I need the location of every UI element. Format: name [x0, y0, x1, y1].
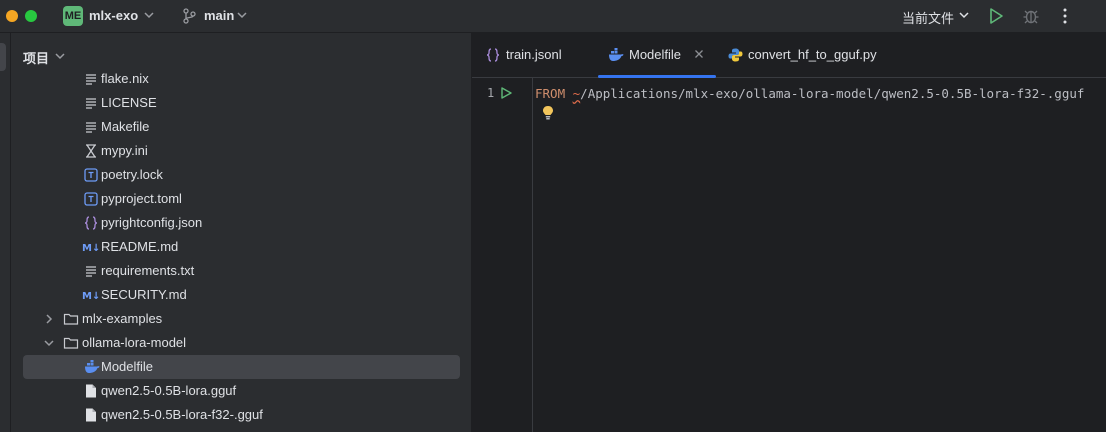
docker-icon [609, 48, 624, 61]
chevron-down-icon[interactable] [54, 49, 66, 63]
lightbulb-icon[interactable] [542, 105, 554, 121]
run-configuration-selector[interactable]: 当前文件 [902, 8, 954, 27]
project-tool-button[interactable] [0, 43, 6, 71]
branch-name[interactable]: main [204, 8, 234, 23]
chevron-down-icon[interactable] [236, 8, 248, 22]
svg-text:M↓: M↓ [82, 243, 100, 254]
editor-tabs: train.jsonl Modelfile convert_hf_to_gguf… [472, 33, 1106, 78]
toml-file-icon [84, 168, 98, 182]
git-branch-icon[interactable] [182, 8, 196, 24]
editor-gutter: 1 [472, 78, 533, 432]
active-tab-indicator [598, 75, 716, 78]
tree-item-mypy-ini[interactable]: mypy.ini [11, 139, 459, 163]
folder-icon [63, 313, 79, 325]
markdown-file-icon: M↓ [82, 243, 100, 254]
text-file-icon [86, 74, 96, 85]
window-control-zoom[interactable] [25, 10, 37, 22]
tree-item-pyrightconfig-json[interactable]: pyrightconfig.json [11, 211, 459, 235]
text-file-icon [86, 266, 96, 277]
docker-icon [85, 360, 100, 373]
chevron-down-icon[interactable] [143, 8, 155, 22]
python-icon [728, 48, 743, 62]
tree-item-qwen-lora-gguf[interactable]: qwen2.5-0.5B-lora.gguf [11, 379, 459, 403]
chevron-right-icon[interactable] [44, 312, 54, 326]
tab-convert-hf-to-gguf[interactable]: convert_hf_to_gguf.py [728, 33, 908, 77]
title-bar: ME mlx-exo main 当前文件 [0, 0, 1106, 33]
project-panel-title[interactable]: 项目 [23, 48, 49, 67]
tab-modelfile[interactable]: Modelfile [598, 33, 716, 78]
run-icon[interactable] [500, 87, 512, 99]
run-icon[interactable] [988, 7, 1004, 25]
markdown-file-icon: M↓ [82, 291, 100, 302]
project-badge[interactable]: ME [63, 6, 83, 26]
folder-icon [63, 337, 79, 349]
tool-window-strip [0, 33, 11, 432]
debug-icon[interactable] [1022, 7, 1040, 25]
ini-file-icon [86, 144, 96, 158]
json-file-icon [84, 216, 98, 230]
tree-item-pyproject-toml[interactable]: pyproject.toml [11, 187, 459, 211]
tree-item-flake-nix[interactable]: flake.nix [11, 67, 459, 91]
tree-item-modelfile[interactable]: Modelfile [23, 355, 460, 379]
more-options-icon[interactable] [1060, 7, 1070, 25]
tree-item-makefile[interactable]: Makefile [11, 115, 459, 139]
text-file-icon [86, 122, 96, 133]
file-icon [86, 384, 96, 398]
chevron-down-icon[interactable] [43, 336, 55, 350]
code-line-1[interactable]: FROM ~/Applications/mlx-exo/ollama-lora-… [535, 86, 1084, 101]
close-icon[interactable] [694, 49, 704, 59]
tree-item-ollama-lora-model[interactable]: ollama-lora-model [11, 331, 459, 355]
code-keyword: FROM [535, 86, 566, 101]
tree-item-qwen-lora-f32-gguf[interactable]: qwen2.5-0.5B-lora-f32-.gguf [11, 403, 459, 427]
chevron-down-icon[interactable] [958, 8, 970, 22]
code-path: /Applications/mlx-exo/ollama-lora-model/… [580, 86, 1085, 101]
svg-text:M↓: M↓ [82, 291, 100, 302]
tab-train-jsonl[interactable]: train.jsonl [484, 33, 584, 77]
tree-item-poetry-lock[interactable]: poetry.lock [11, 163, 459, 187]
json-file-icon [486, 48, 500, 62]
editor-area: train.jsonl Modelfile convert_hf_to_gguf… [472, 33, 1106, 432]
tree-item-license[interactable]: LICENSE [11, 91, 459, 115]
text-file-icon [86, 98, 96, 109]
tree-item-security-md[interactable]: M↓ SECURITY.md [11, 283, 459, 307]
tree-item-readme-md[interactable]: M↓ README.md [11, 235, 459, 259]
project-name[interactable]: mlx-exo [89, 8, 138, 23]
window-control-minimize[interactable] [6, 10, 18, 22]
line-number: 1 [487, 86, 495, 100]
tree-item-mlx-examples[interactable]: mlx-examples [11, 307, 459, 331]
tree-item-requirements-txt[interactable]: requirements.txt [11, 259, 459, 283]
file-icon [86, 408, 96, 422]
toml-file-icon [84, 192, 98, 206]
project-panel: 项目 flake.nix LICENSE Makefile mypy.ini p… [11, 33, 472, 432]
